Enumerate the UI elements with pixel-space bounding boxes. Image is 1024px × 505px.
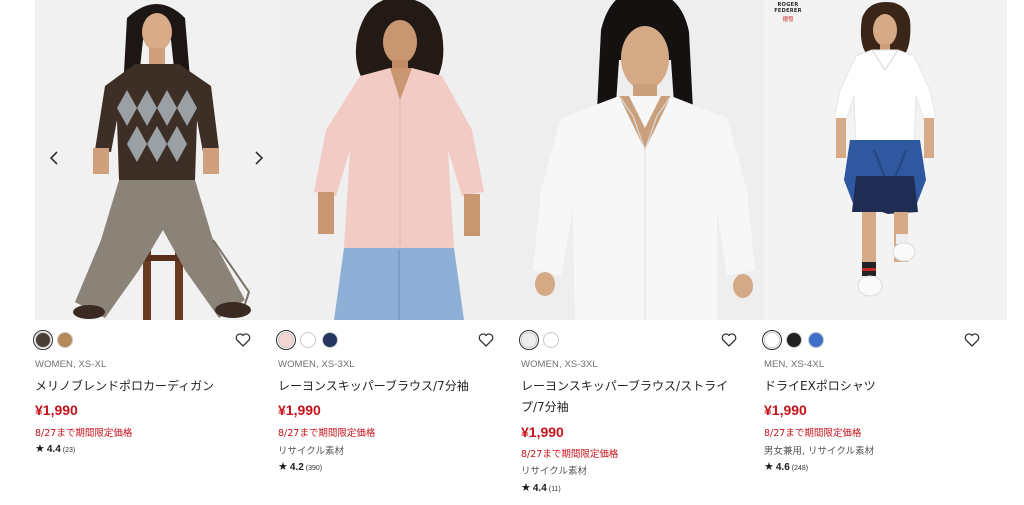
rating-score: 4.6 [775, 462, 790, 473]
rating: ★ 4.4 (23) [35, 442, 75, 455]
review-count[interactable]: (11) [549, 486, 561, 493]
favorite-button[interactable] [234, 331, 252, 349]
product-image[interactable] [278, 0, 521, 320]
product-name[interactable]: ドライEXポロシャツ [764, 376, 984, 397]
color-swatches [519, 330, 559, 350]
promo-text: 8/27まで期間限定価格 [764, 428, 862, 439]
review-count[interactable]: (23) [63, 447, 75, 454]
chevron-left-icon [49, 151, 58, 165]
rating: ★ 4.6 (248) [764, 460, 808, 473]
color-swatch[interactable] [300, 332, 316, 348]
favorite-button[interactable] [477, 331, 495, 349]
product-price: ¥1,990 [278, 402, 321, 418]
color-swatch[interactable] [808, 332, 824, 348]
favorite-button[interactable] [963, 331, 981, 349]
product-name[interactable]: メリノブレンドポロカーディガン [35, 376, 255, 397]
product-meta: WOMEN, XS-3XL [278, 359, 355, 370]
product-card[interactable]: WOMEN, XS-3XL レーヨンスキッパーブラウス/7分袖 ¥1,990 8… [276, 0, 521, 505]
product-meta: WOMEN, XS-3XL [521, 359, 598, 370]
star-icon: ★ [764, 461, 774, 473]
material-note: リサイクル素材 [521, 466, 588, 477]
color-swatches [762, 330, 824, 350]
product-name[interactable]: レーヨンスキッパーブラウス/ストライプ/7分袖 [521, 376, 741, 418]
promo-text: 8/27まで期間限定価格 [278, 428, 376, 439]
color-swatch[interactable] [33, 330, 53, 350]
review-count[interactable]: (390) [306, 465, 322, 472]
product-meta: MEN, XS-4XL [764, 359, 825, 370]
color-swatch[interactable] [762, 330, 782, 350]
color-swatch[interactable] [57, 332, 73, 348]
star-icon: ★ [35, 443, 45, 455]
product-image[interactable]: ROGER FEDERER 德發 [764, 0, 1007, 320]
product-image[interactable] [521, 0, 764, 320]
heart-outline-icon [721, 333, 737, 347]
color-swatches [276, 330, 338, 350]
favorite-button[interactable] [720, 331, 738, 349]
product-price: ¥1,990 [35, 402, 78, 418]
product-price: ¥1,990 [764, 402, 807, 418]
product-name[interactable]: レーヨンスキッパーブラウス/7分袖 [278, 376, 498, 397]
rating: ★ 4.2 (390) [278, 460, 322, 473]
material-note: 男女兼用, リサイクル素材 [764, 446, 875, 457]
carousel-prev-button[interactable] [42, 146, 66, 170]
star-icon: ★ [278, 461, 288, 473]
material-note: リサイクル素材 [278, 446, 345, 457]
heart-outline-icon [964, 333, 980, 347]
promo-text: 8/27まで期間限定価格 [521, 449, 619, 460]
brand-collab-tag: ROGER FEDERER 德發 [764, 2, 812, 23]
product-card[interactable]: WOMEN, XS-XL メリノブレンドポロカーディガン ¥1,990 8/27… [33, 0, 278, 505]
product-price: ¥1,990 [521, 424, 564, 440]
color-swatch[interactable] [276, 330, 296, 350]
rating-score: 4.4 [46, 444, 61, 455]
color-swatches [33, 330, 73, 350]
rating-score: 4.2 [289, 462, 304, 473]
rating: ★ 4.4 (11) [521, 481, 561, 494]
color-swatch[interactable] [543, 332, 559, 348]
review-count[interactable]: (248) [792, 465, 808, 472]
heart-outline-icon [235, 333, 251, 347]
promo-text: 8/27まで期間限定価格 [35, 428, 133, 439]
carousel-next-button[interactable] [247, 146, 271, 170]
product-image[interactable] [35, 0, 278, 320]
color-swatch[interactable] [322, 332, 338, 348]
color-swatch[interactable] [786, 332, 802, 348]
color-swatch[interactable] [519, 330, 539, 350]
rating-score: 4.4 [532, 483, 547, 494]
chevron-right-icon [255, 151, 264, 165]
star-icon: ★ [521, 482, 531, 494]
product-meta: WOMEN, XS-XL [35, 359, 107, 370]
brand-collab-subtitle: 德發 [782, 17, 794, 23]
product-card[interactable]: WOMEN, XS-3XL レーヨンスキッパーブラウス/ストライプ/7分袖 ¥1… [519, 0, 764, 505]
heart-outline-icon [478, 333, 494, 347]
product-card[interactable]: ROGER FEDERER 德發 MEN, XS-4XL ドライEXポロシャツ … [762, 0, 1007, 505]
brand-collab-name: ROGER FEDERER [774, 2, 802, 14]
